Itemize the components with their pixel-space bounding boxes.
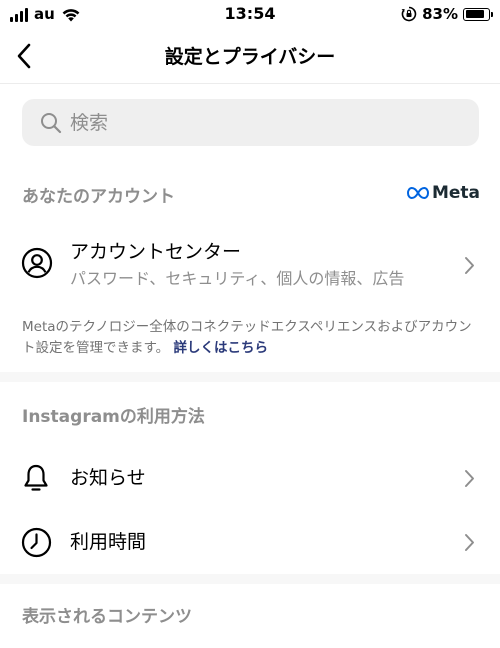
- account-center-label: アカウントセンター: [70, 241, 242, 263]
- bell-icon: [24, 464, 48, 491]
- account-description: Metaのテクノロジー全体のコネクテッドエクスペリエンスおよびアカウント設定を管…: [22, 317, 482, 359]
- section-title-content: 表示されるコンテンツ: [22, 607, 192, 627]
- section-title-usage: Instagramの利用方法: [22, 407, 205, 427]
- search-bar[interactable]: [22, 99, 479, 146]
- account-center-subtitle: パスワード、セキュリティ、個人の情報、広告: [70, 269, 405, 288]
- search-icon: [41, 112, 62, 133]
- chevron-right-icon: [465, 257, 474, 274]
- search-input[interactable]: [70, 111, 450, 134]
- clock-icon: [21, 527, 52, 558]
- account-circle-icon: [21, 247, 53, 279]
- section-divider: [0, 574, 500, 584]
- meta-logo: Meta: [406, 183, 480, 203]
- page-title: 設定とプライバシー: [164, 46, 336, 68]
- section-title-account: あなたのアカウント: [22, 187, 175, 207]
- notifications-row[interactable]: お知らせ: [0, 450, 500, 506]
- notifications-label: お知らせ: [70, 467, 146, 489]
- battery-icon: [463, 7, 493, 21]
- chevron-right-icon: [465, 534, 474, 551]
- chevron-right-icon: [465, 470, 474, 487]
- learn-more-link[interactable]: 詳しくはこちら: [173, 340, 268, 356]
- meta-logo-text: Meta: [431, 183, 480, 203]
- account-center-row[interactable]: アカウントセンター パスワード、セキュリティ、個人の情報、広告: [0, 232, 500, 298]
- header: 設定とプライバシー: [0, 30, 500, 84]
- battery-percent: 83%: [422, 5, 458, 23]
- orientation-lock-icon: [401, 6, 417, 22]
- meta-infinity-icon: [406, 187, 429, 199]
- section-divider: [0, 372, 500, 382]
- status-right: 83%: [401, 5, 493, 23]
- battery-fill: [465, 10, 484, 18]
- status-bar: au 13:54 83%: [0, 0, 500, 30]
- time-spent-label: 利用時間: [70, 531, 147, 553]
- time-spent-row[interactable]: 利用時間: [0, 514, 500, 570]
